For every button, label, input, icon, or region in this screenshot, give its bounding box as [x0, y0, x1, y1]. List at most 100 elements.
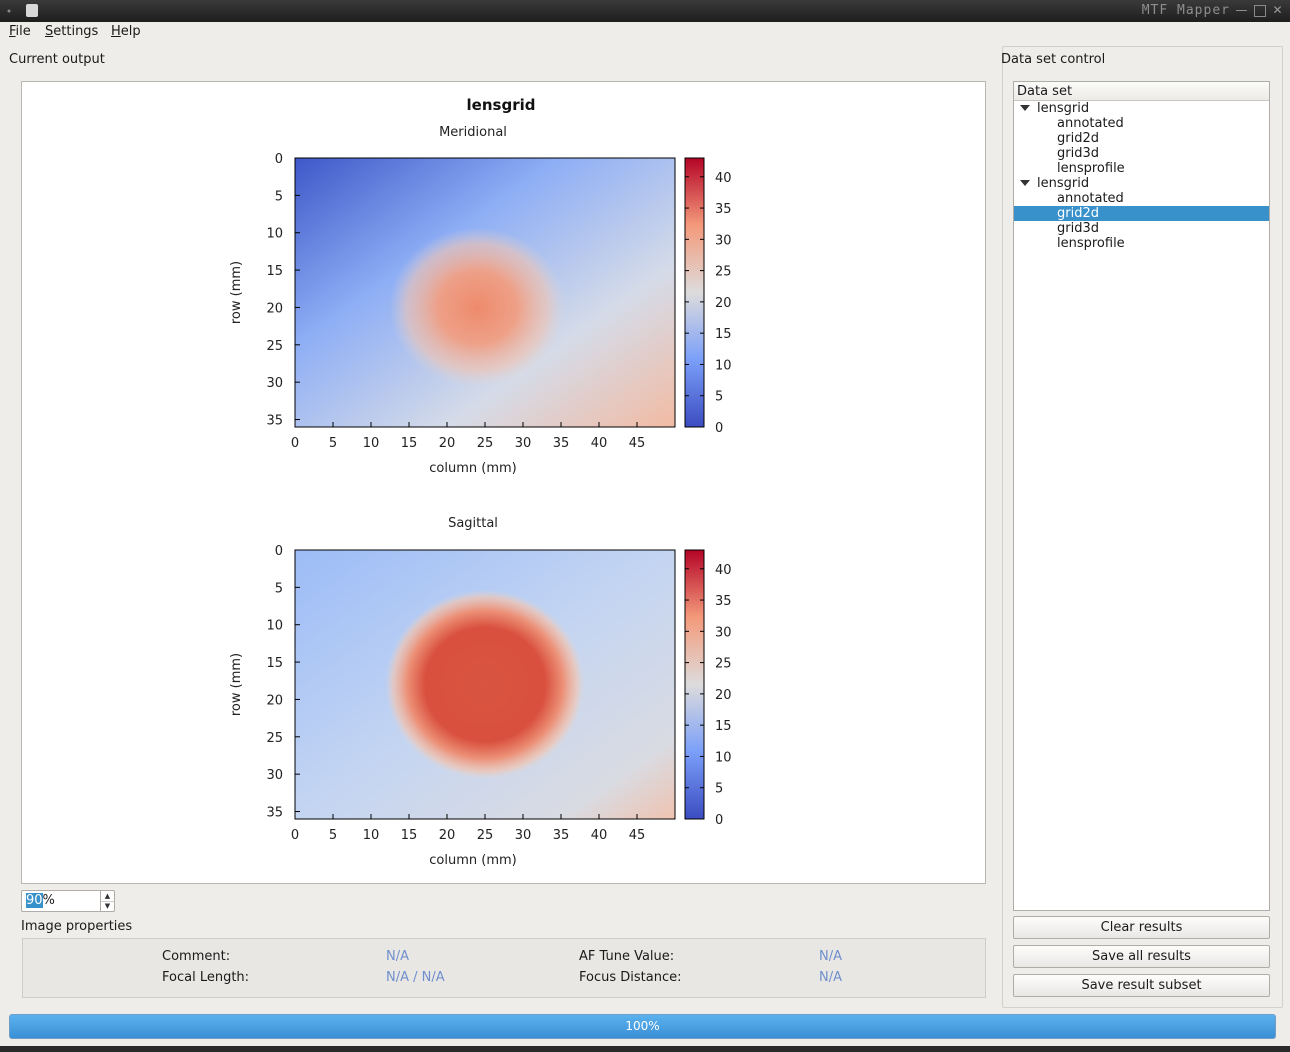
comment-value: N/A: [386, 949, 409, 964]
y-tick-label: 20: [266, 301, 283, 316]
colorbar-tick-label: 10: [715, 358, 732, 373]
x-tick-label: 30: [515, 828, 532, 843]
x-axis-label: column (mm): [429, 853, 516, 868]
y-tick-label: 0: [275, 152, 283, 167]
colorbar-tick-label: 25: [715, 265, 732, 280]
x-tick-label: 10: [363, 828, 380, 843]
dataset-control-label: Data set control: [1001, 52, 1106, 67]
plot-main-title: lensgrid: [467, 96, 536, 114]
y-tick-label: 5: [275, 189, 283, 204]
window-title: MTF Mapper: [1141, 3, 1230, 18]
x-tick-label: 45: [629, 828, 646, 843]
close-icon[interactable]: ✕: [1271, 4, 1284, 17]
tree-item-lensprofile[interactable]: lensprofile: [1014, 161, 1269, 176]
progress-bar: 100%: [9, 1014, 1276, 1039]
x-tick-label: 35: [553, 828, 570, 843]
expand-arrow-icon[interactable]: [1020, 180, 1030, 186]
x-tick-label: 20: [439, 828, 456, 843]
y-axis-label: row (mm): [229, 261, 244, 324]
y-tick-label: 30: [266, 768, 283, 783]
y-tick-label: 10: [266, 619, 283, 634]
tree-header[interactable]: Data set: [1014, 82, 1269, 101]
zoom-value[interactable]: 90%: [26, 893, 55, 908]
tree-item-annotated[interactable]: annotated: [1014, 191, 1269, 206]
colorbar: [684, 549, 705, 820]
heatmap-peak: [389, 227, 566, 388]
y-tick-label: 0: [275, 544, 283, 559]
tree-item-grid3d[interactable]: grid3d: [1014, 221, 1269, 236]
y-axis-label: row (mm): [229, 653, 244, 716]
colorbar-tick-label: 5: [715, 390, 723, 405]
menu-bar: File Settings Help: [0, 22, 1290, 42]
colorbar-tick-label: 0: [715, 813, 723, 828]
colorbar-tick-label: 35: [715, 202, 732, 217]
minimize-icon[interactable]: —: [1235, 4, 1248, 17]
save-result-subset-button[interactable]: Save result subset: [1013, 974, 1270, 997]
colorbar-tick-label: 15: [715, 719, 732, 734]
heatmap-peak: [385, 589, 585, 780]
clear-results-button[interactable]: Clear results: [1013, 916, 1270, 939]
x-axis-label: column (mm): [429, 461, 516, 476]
app-menu-icon[interactable]: [6, 5, 16, 15]
comment-label: Comment:: [162, 949, 231, 964]
af-tune-label: AF Tune Value:: [579, 949, 675, 964]
af-tune-value: N/A: [819, 949, 842, 964]
focal-length-label: Focal Length:: [162, 970, 250, 985]
current-output-label: Current output: [9, 52, 105, 67]
bottom-strip: [0, 1046, 1290, 1052]
x-tick-label: 35: [553, 436, 570, 451]
expand-arrow-icon[interactable]: [1020, 105, 1030, 111]
focus-distance-value: N/A: [819, 970, 842, 985]
tree-group-lensgrid[interactable]: lensgrid: [1014, 176, 1269, 191]
colorbar: [684, 157, 705, 428]
tree-item-grid2d[interactable]: grid2d: [1014, 131, 1269, 146]
focus-distance-label: Focus Distance:: [579, 970, 682, 985]
panel-title-0: Meridional: [439, 125, 507, 140]
x-tick-label: 0: [291, 828, 299, 843]
colorbar-tick-label: 20: [715, 296, 732, 311]
title-bar: MTF Mapper — ✕: [0, 0, 1290, 22]
x-tick-label: 15: [401, 828, 418, 843]
tree-item-annotated[interactable]: annotated: [1014, 116, 1269, 131]
tree-item-lensprofile[interactable]: lensprofile: [1014, 236, 1269, 251]
colorbar-tick-label: 10: [715, 750, 732, 765]
menu-help[interactable]: Help: [111, 24, 141, 39]
colorbar-tick-label: 0: [715, 421, 723, 436]
x-tick-label: 40: [591, 828, 608, 843]
x-tick-label: 25: [477, 828, 494, 843]
spin-down-icon[interactable]: ▼: [100, 901, 114, 911]
save-all-results-button[interactable]: Save all results: [1013, 945, 1270, 968]
app-icon: [26, 4, 38, 17]
heatmap-plot: lensgrid Meridional 0 5 10 15 20 25 30 35 40 45 0 5 1…: [229, 96, 732, 868]
colorbar-tick-label: 30: [715, 233, 732, 248]
y-tick-label: 30: [266, 376, 283, 391]
y-tick-label: 25: [266, 731, 283, 746]
zoom-spinbox[interactable]: 90% ▲ ▼: [21, 890, 115, 912]
y-tick-label: 35: [266, 414, 283, 429]
focal-length-value: N/A / N/A: [386, 970, 445, 985]
tree-group-lensgrid[interactable]: lensgrid: [1014, 101, 1269, 116]
colorbar-tick-label: 20: [715, 688, 732, 703]
y-tick-label: 10: [266, 227, 283, 242]
tree-item-grid3d[interactable]: grid3d: [1014, 146, 1269, 161]
x-tick-label: 15: [401, 436, 418, 451]
panel-title-1: Sagittal: [448, 516, 498, 531]
x-tick-label: 40: [591, 436, 608, 451]
colorbar-tick-label: 5: [715, 782, 723, 797]
x-tick-label: 25: [477, 436, 494, 451]
y-tick-label: 35: [266, 806, 283, 821]
colorbar-tick-label: 40: [715, 171, 732, 186]
x-tick-label: 10: [363, 436, 380, 451]
dataset-tree[interactable]: Data set lensgrid annotated grid2d grid3…: [1013, 81, 1270, 911]
x-tick-label: 20: [439, 436, 456, 451]
menu-file[interactable]: File: [9, 24, 31, 39]
colorbar-tick-label: 40: [715, 563, 732, 578]
menu-settings[interactable]: Settings: [45, 24, 98, 39]
maximize-icon[interactable]: [1254, 5, 1266, 17]
image-properties-label: Image properties: [21, 919, 133, 934]
x-tick-label: 0: [291, 436, 299, 451]
plot-view[interactable]: lensgrid Meridional 0 5 10 15 20 25 30 35 40 45 0 5 1…: [21, 81, 986, 884]
tree-item-grid2d-selected[interactable]: grid2d: [1014, 206, 1269, 221]
image-properties-panel: Comment: N/A AF Tune Value: N/A Focal Le…: [22, 938, 986, 998]
x-tick-label: 5: [329, 436, 337, 451]
